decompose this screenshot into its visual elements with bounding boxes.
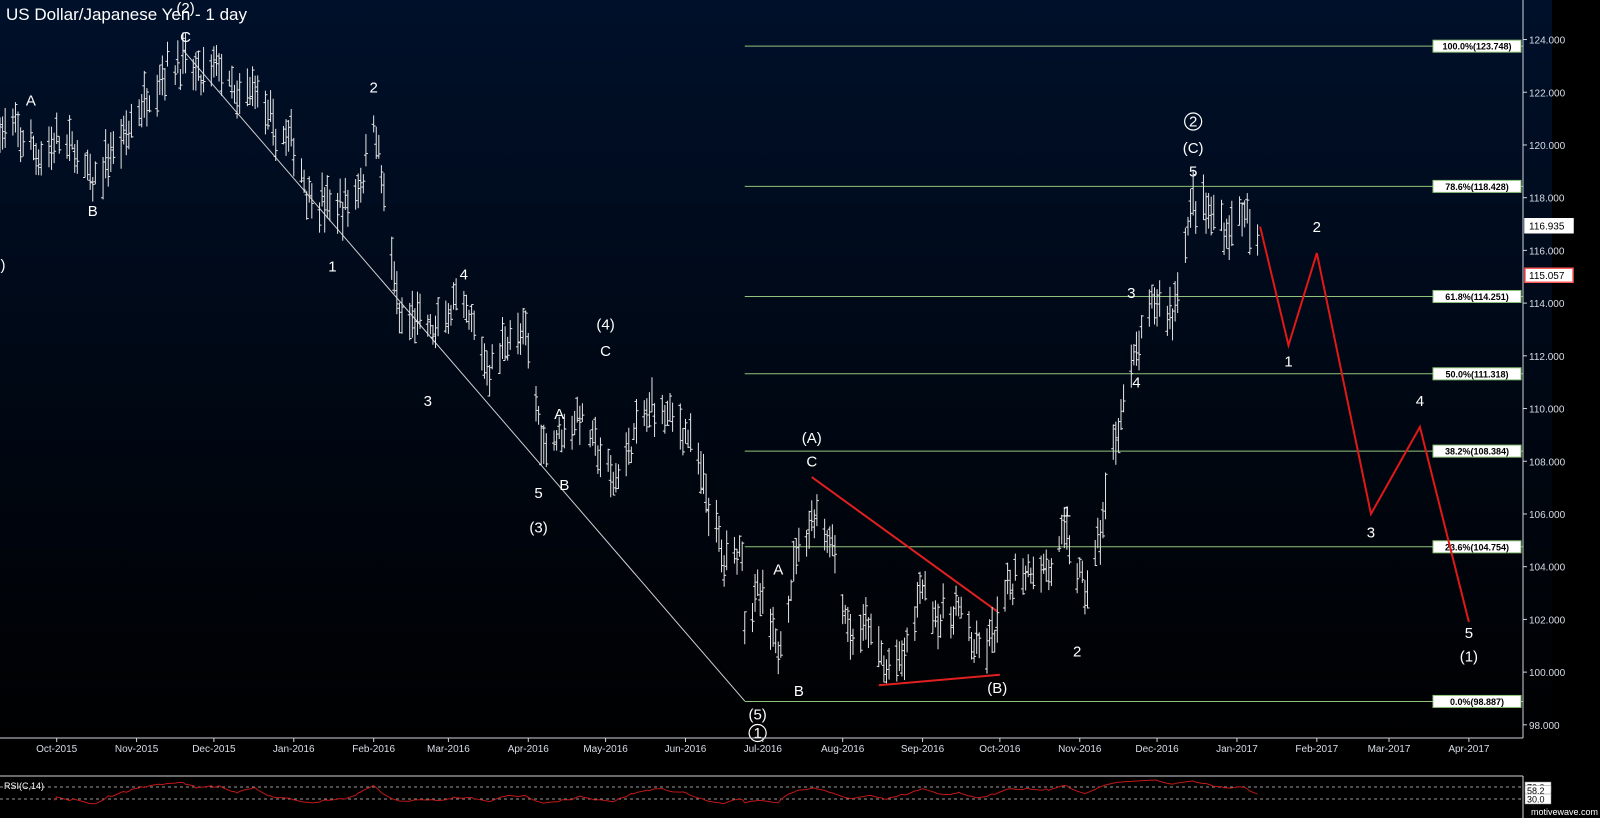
y-tick-label: 118.000 bbox=[1529, 194, 1565, 205]
x-tick-label: Mar-2016 bbox=[427, 744, 470, 755]
y-tick-label: 102.000 bbox=[1529, 615, 1566, 626]
y-tick-label: 112.000 bbox=[1529, 352, 1565, 363]
fib-label: 0.0%(98.887) bbox=[1450, 697, 1504, 707]
wave-label: 2 bbox=[1313, 219, 1321, 236]
circled-wave-label: 1 bbox=[753, 725, 761, 742]
wave-label: B bbox=[559, 477, 569, 494]
x-tick-label: Oct-2016 bbox=[979, 744, 1021, 755]
usdjpy-chart: 100.0%(123.748) 78.6%(118.428) 61.8%(114.2… bbox=[0, 0, 1598, 818]
x-tick-label: Feb-2016 bbox=[352, 744, 395, 755]
wave-label: (5) bbox=[748, 707, 766, 724]
wave-label: B bbox=[88, 203, 98, 220]
wave-label: 1 bbox=[1284, 353, 1292, 370]
wave-label: B bbox=[794, 683, 804, 700]
x-tick-label: Mar-2017 bbox=[1368, 744, 1411, 755]
wave-label: (3) bbox=[529, 519, 547, 536]
wave-label: (B) bbox=[987, 680, 1007, 697]
x-tick-label: Dec-2016 bbox=[1135, 744, 1179, 755]
y-tick-label: 120.000 bbox=[1529, 141, 1566, 152]
rsi-panel-background bbox=[0, 776, 1552, 818]
wave-label: (1) bbox=[1460, 649, 1478, 666]
y-tick-label: 114.000 bbox=[1529, 299, 1565, 310]
wave-label: A bbox=[773, 562, 783, 579]
x-tick-label: Jul-2016 bbox=[744, 744, 783, 755]
y-tick-label: 100.000 bbox=[1529, 668, 1566, 679]
wave-label: A bbox=[554, 406, 564, 423]
wave-label: 1 bbox=[1063, 504, 1071, 521]
rsi-value-label: 30.0 bbox=[1527, 795, 1545, 805]
rsi-label: RSI(C,14) bbox=[4, 781, 44, 791]
wave-label: 5 bbox=[1465, 625, 1473, 642]
x-tick-label: Apr-2016 bbox=[508, 744, 550, 755]
y-tick-label: 124.000 bbox=[1529, 36, 1566, 47]
wave-label: A bbox=[26, 92, 36, 109]
x-tick-label: Nov-2015 bbox=[115, 744, 159, 755]
wave-label: 3 bbox=[1367, 525, 1375, 542]
x-tick-label: Apr-2017 bbox=[1448, 744, 1490, 755]
wave-label: 4 bbox=[1132, 374, 1140, 391]
x-tick-label: Dec-2015 bbox=[192, 744, 236, 755]
wave-label: 1 bbox=[328, 258, 336, 275]
x-tick-label: Nov-2016 bbox=[1058, 744, 1102, 755]
chart-title: US Dollar/Japanese Yen - 1 day bbox=[6, 5, 247, 24]
x-tick-label: Jun-2016 bbox=[665, 744, 707, 755]
watermark: motivewave.com bbox=[1531, 807, 1598, 817]
price-tag-label: 116.935 bbox=[1529, 222, 1565, 233]
fib-label: 100.0%(123.748) bbox=[1442, 42, 1511, 52]
wave-label: 4 bbox=[460, 266, 468, 283]
x-tick-label: Oct-2015 bbox=[36, 744, 78, 755]
wave-label: 2 bbox=[369, 79, 377, 96]
wave-label: C bbox=[180, 29, 191, 46]
wave-label: 5 bbox=[534, 485, 542, 502]
wave-label: (4) bbox=[596, 316, 614, 333]
fib-label: 23.6%(104.754) bbox=[1445, 542, 1509, 552]
y-tick-label: 98.000 bbox=[1529, 721, 1560, 732]
y-tick-label: 104.000 bbox=[1529, 563, 1566, 574]
wave-label: C bbox=[806, 454, 817, 471]
circled-wave-label: 2 bbox=[1189, 114, 1197, 131]
x-tick-label: Sep-2016 bbox=[901, 744, 945, 755]
y-tick-label: 108.000 bbox=[1529, 457, 1566, 468]
wave-label: 3 bbox=[424, 393, 432, 410]
fib-label: 61.8%(114.251) bbox=[1445, 292, 1509, 302]
x-tick-label: Feb-2017 bbox=[1295, 744, 1338, 755]
x-tick-label: Jan-2016 bbox=[273, 744, 315, 755]
wave-label: (A) bbox=[802, 430, 822, 447]
wave-label: 5 bbox=[1189, 164, 1197, 181]
wave-label: 4 bbox=[1416, 393, 1424, 410]
y-tick-label: 122.000 bbox=[1529, 88, 1566, 99]
wave-label: 3 bbox=[1127, 285, 1135, 302]
y-tick-label: 110.000 bbox=[1529, 405, 1565, 416]
x-tick-label: Aug-2016 bbox=[821, 744, 865, 755]
y-tick-label: 106.000 bbox=[1529, 510, 1566, 521]
x-tick-label: Jan-2017 bbox=[1216, 744, 1258, 755]
left-edge-label: ) bbox=[1, 257, 6, 274]
price-tag-label: 115.057 bbox=[1529, 271, 1565, 282]
fib-label: 38.2%(108.384) bbox=[1445, 447, 1509, 457]
fib-label: 50.0%(111.318) bbox=[1445, 369, 1508, 379]
fib-label: 78.6%(118.428) bbox=[1445, 182, 1509, 192]
wave-label: 2 bbox=[1073, 643, 1081, 660]
wave-label: (C) bbox=[1183, 140, 1204, 157]
x-tick-label: May-2016 bbox=[583, 744, 628, 755]
y-tick-label: 116.000 bbox=[1529, 246, 1565, 257]
wave-label: C bbox=[600, 343, 611, 360]
